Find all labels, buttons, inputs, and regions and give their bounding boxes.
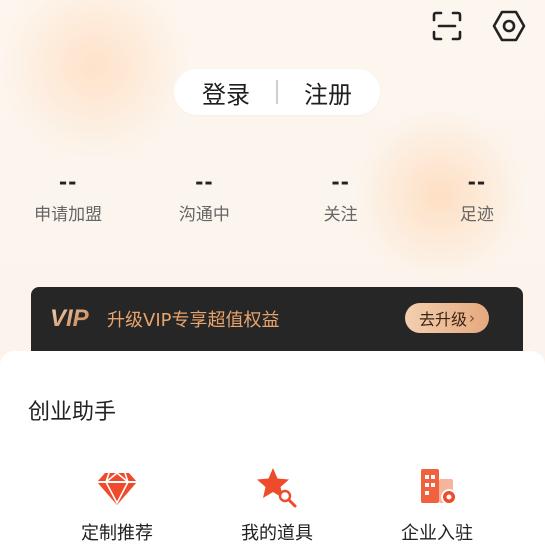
stat-value: -- <box>331 170 350 194</box>
assistant-panel: 创业助手 定制推荐 我的道具 企业入驻 <box>0 351 545 555</box>
settings-icon[interactable] <box>491 8 527 44</box>
upgrade-button-label: 去升级 <box>418 310 467 329</box>
stat-label: 足迹 <box>459 205 494 225</box>
stat-apply-join[interactable]: -- 申请加盟 <box>0 170 136 225</box>
star-search-icon <box>257 468 297 508</box>
stat-label: 申请加盟 <box>34 205 103 225</box>
stat-value: -- <box>58 170 78 194</box>
scan-icon[interactable] <box>429 8 465 44</box>
building-icon <box>421 469 457 505</box>
tool-label: 企业入驻 <box>401 523 473 544</box>
tool-enterprise-join[interactable]: 企业入驻 <box>367 465 507 545</box>
vip-banner[interactable]: VIP 升级VIP专享超值权益 去升级 › <box>31 287 523 351</box>
auth-divider <box>276 80 278 104</box>
svg-text:VIP: VIP <box>50 305 90 332</box>
top-toolbar <box>429 8 527 44</box>
stat-following[interactable]: -- 关注 <box>273 170 409 225</box>
stat-communicating[interactable]: -- 沟通中 <box>136 170 272 225</box>
tool-label: 定制推荐 <box>81 523 153 544</box>
panel-title: 创业助手 <box>28 400 117 425</box>
stat-label: 沟通中 <box>178 205 230 225</box>
stat-value: -- <box>195 170 214 194</box>
vip-logo: VIP <box>48 301 98 337</box>
auth-pill: 登录 注册 <box>174 69 380 115</box>
stat-footprints[interactable]: -- 足迹 <box>409 170 545 225</box>
diamond-icon <box>97 471 137 505</box>
stat-value: -- <box>467 170 487 194</box>
tool-custom-recommend[interactable]: 定制推荐 <box>47 465 187 545</box>
register-button[interactable]: 注册 <box>304 75 352 110</box>
login-button[interactable]: 登录 <box>202 75 250 110</box>
stat-label: 关注 <box>323 205 358 225</box>
stats-row: -- 申请加盟 -- 沟通中 -- 关注 -- 足迹 <box>0 170 545 225</box>
tool-my-props[interactable]: 我的道具 <box>207 465 347 545</box>
chevron-right-icon: › <box>469 309 475 327</box>
tool-label: 我的道具 <box>241 523 313 544</box>
vip-promo-text: 升级VIP专享超值权益 <box>107 310 280 331</box>
upgrade-button[interactable]: 去升级 › <box>405 303 489 333</box>
